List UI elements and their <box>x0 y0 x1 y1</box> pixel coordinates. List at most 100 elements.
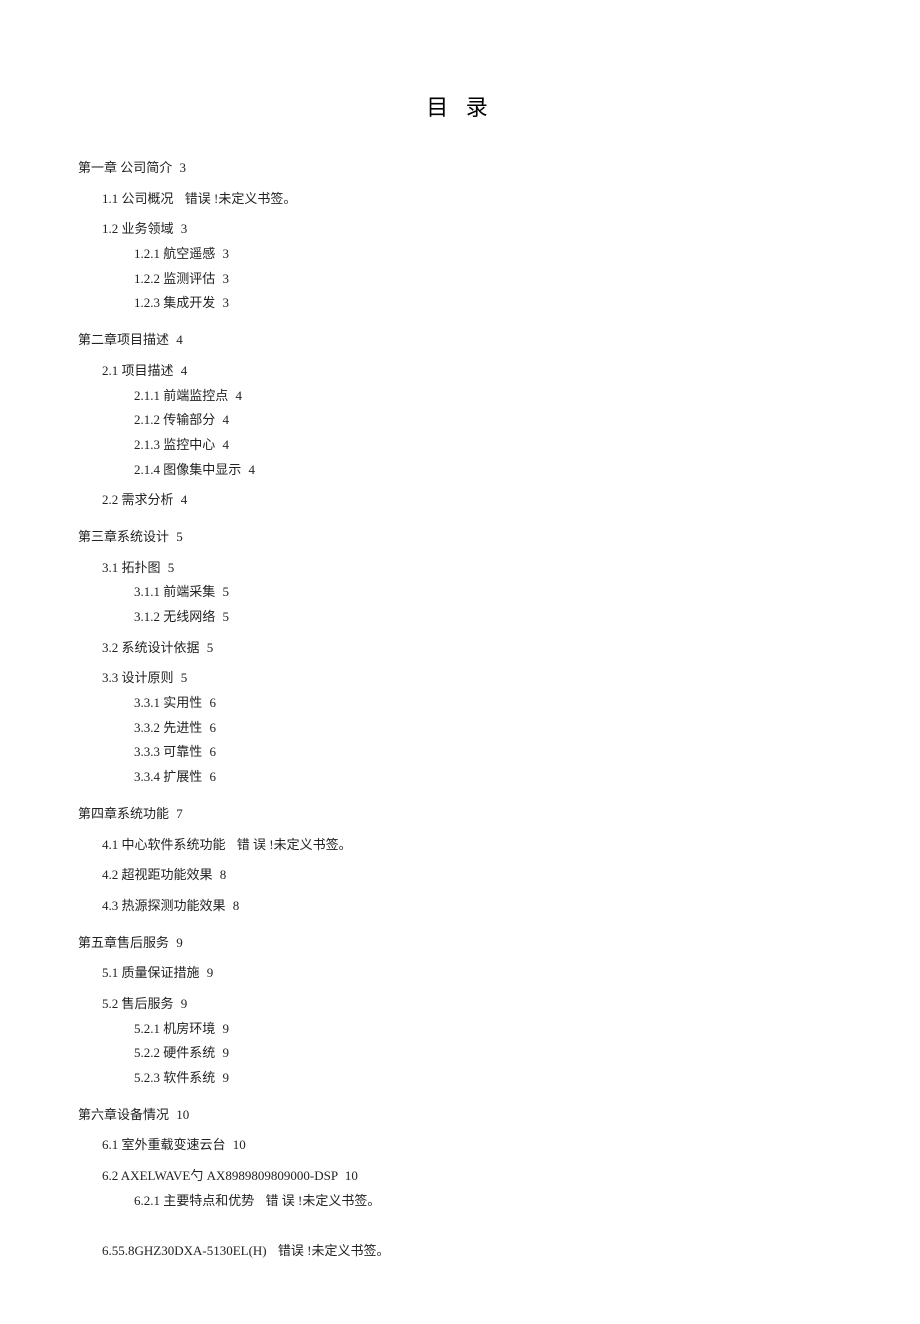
toc-label: 机房环境 <box>163 1021 215 1036</box>
toc-page: 4 <box>223 437 230 452</box>
toc-entry: 5.2 售后服务 9 <box>102 992 842 1017</box>
toc-page: 10 <box>345 1168 358 1183</box>
toc-label: 硬件系统 <box>163 1045 215 1060</box>
toc-num: 4.3 <box>102 898 118 913</box>
toc-error: 错 误 !未定义书签。 <box>266 1193 381 1208</box>
toc-chapter: 第四章系统功能 7 <box>78 802 842 827</box>
toc-entry: 6.1 室外重载变速云台 10 <box>102 1133 842 1158</box>
toc-page: 8 <box>220 867 227 882</box>
toc-num: 2.2 <box>102 492 118 507</box>
toc-entry: 4.1 中心软件系统功能 错 误 !未定义书签。 <box>102 833 842 858</box>
toc-entry: 3.3 设计原则 5 <box>102 666 842 691</box>
toc-page: 5 <box>223 609 230 624</box>
toc-num: 3.1.1 <box>134 584 160 599</box>
toc-num: 6.2.1 <box>134 1193 160 1208</box>
toc-label: 室外重载变速云台 <box>122 1137 226 1152</box>
toc-num: 6.1 <box>102 1137 118 1152</box>
toc-page: 5 <box>181 670 188 685</box>
toc-num: 5.2.3 <box>134 1070 160 1085</box>
toc-label: 项目描述 <box>122 363 174 378</box>
toc-label: 软件系统 <box>163 1070 215 1085</box>
toc-num: 5.2.1 <box>134 1021 160 1036</box>
toc-page: 5 <box>223 584 230 599</box>
toc-entry: 3.3.1 实用性 6 <box>134 691 842 716</box>
toc-label: 热源探测功能效果 <box>122 898 226 913</box>
toc-page: 9 <box>223 1045 230 1060</box>
toc-label: 业务领域 <box>122 221 174 236</box>
toc-page: 6 <box>210 744 217 759</box>
toc-page: 8 <box>233 898 240 913</box>
toc-heading: 第二章项目描述 <box>78 332 169 347</box>
toc-error: 错 误 !未定义书签。 <box>237 837 352 852</box>
toc-entry: 5.2.2 硬件系统 9 <box>134 1041 842 1066</box>
toc-label: 售后服务 <box>122 996 174 1011</box>
toc-num: 1.2.2 <box>134 271 160 286</box>
toc-page: 9 <box>181 996 188 1011</box>
toc-entry: 3.2 系统设计依据 5 <box>102 636 842 661</box>
toc-entry: 1.2.2 监测评估 3 <box>134 267 842 292</box>
toc-entry: 2.1 项目描述 4 <box>102 359 842 384</box>
toc-num: 3.1 <box>102 560 118 575</box>
toc-label: 传输部分 <box>163 412 215 427</box>
toc-label: 需求分析 <box>122 492 174 507</box>
toc-entry: 1.2.3 集成开发 3 <box>134 291 842 316</box>
toc-entry: 5.2.3 软件系统 9 <box>134 1066 842 1091</box>
toc-num: 3.3.2 <box>134 720 160 735</box>
toc-page: 4 <box>249 462 256 477</box>
toc-page: 7 <box>176 806 183 821</box>
toc-label: 前端采集 <box>163 584 215 599</box>
toc-entry: 4.2 超视距功能效果 8 <box>102 863 842 888</box>
toc-page: 9 <box>223 1070 230 1085</box>
toc-entry: 3.3.3 可靠性 6 <box>134 740 842 765</box>
toc-page: 9 <box>176 935 183 950</box>
toc-page: 4 <box>181 492 188 507</box>
toc-page: 4 <box>176 332 183 347</box>
toc-chapter: 第三章系统设计 5 <box>78 525 842 550</box>
toc-page: 3 <box>181 221 188 236</box>
toc-num: 3.3.1 <box>134 695 160 710</box>
toc-heading: 第五章售后服务 <box>78 935 169 950</box>
toc-label: 无线网络 <box>163 609 215 624</box>
toc-num: 3.3.4 <box>134 769 160 784</box>
toc-label: AXELWAVE勺 AX8989809809000-DSP <box>121 1168 338 1183</box>
toc-page: 4 <box>181 363 188 378</box>
toc-entry: 3.1.1 前端采集 5 <box>134 580 842 605</box>
toc-entry: 2.2 需求分析 4 <box>102 488 842 513</box>
toc-title: 目 录 <box>78 90 842 122</box>
toc-num: 5.1 <box>102 965 118 980</box>
toc-page: 4 <box>223 412 230 427</box>
toc-error: 错误 !未定义书签。 <box>185 191 297 206</box>
toc-page: 5 <box>207 640 214 655</box>
toc-heading: 第三章系统设计 <box>78 529 169 544</box>
toc-label: 拓扑图 <box>122 560 161 575</box>
table-of-contents: 第一章 公司简介 3 1.1 公司概况 错误 !未定义书签。 1.2 业务领域 … <box>78 156 842 1264</box>
toc-page: 10 <box>176 1107 189 1122</box>
toc-page: 5 <box>176 529 183 544</box>
toc-label: 中心软件系统功能 <box>122 837 226 852</box>
toc-num: 6.2 <box>102 1168 118 1183</box>
toc-entry: 6.55.8GHZ30DXA-5130EL(H) 错误 !未定义书签。 <box>102 1239 842 1264</box>
toc-num: 2.1.2 <box>134 412 160 427</box>
toc-num: 2.1.1 <box>134 388 160 403</box>
toc-label: 扩展性 <box>163 769 202 784</box>
toc-page: 3 <box>223 271 230 286</box>
toc-num: 2.1.3 <box>134 437 160 452</box>
toc-label: 先进性 <box>163 720 202 735</box>
toc-label: 前端监控点 <box>163 388 228 403</box>
toc-chapter: 第六章设备情况 10 <box>78 1103 842 1128</box>
toc-label: 6.55.8GHZ30DXA-5130EL(H) <box>102 1243 267 1258</box>
toc-error: 错误 !未定义书签。 <box>278 1243 390 1258</box>
toc-num: 3.1.2 <box>134 609 160 624</box>
toc-num: 1.2.3 <box>134 295 160 310</box>
toc-num: 1.1 <box>102 191 118 206</box>
toc-label: 设计原则 <box>122 670 174 685</box>
toc-page: 6 <box>210 720 217 735</box>
toc-page: 6 <box>210 769 217 784</box>
toc-chapter: 第二章项目描述 4 <box>78 328 842 353</box>
toc-chapter: 第五章售后服务 9 <box>78 931 842 956</box>
toc-label: 图像集中显示 <box>163 462 241 477</box>
toc-label: 超视距功能效果 <box>122 867 213 882</box>
toc-label: 航空遥感 <box>163 246 215 261</box>
toc-heading: 第六章设备情况 <box>78 1107 169 1122</box>
toc-heading: 第四章系统功能 <box>78 806 169 821</box>
